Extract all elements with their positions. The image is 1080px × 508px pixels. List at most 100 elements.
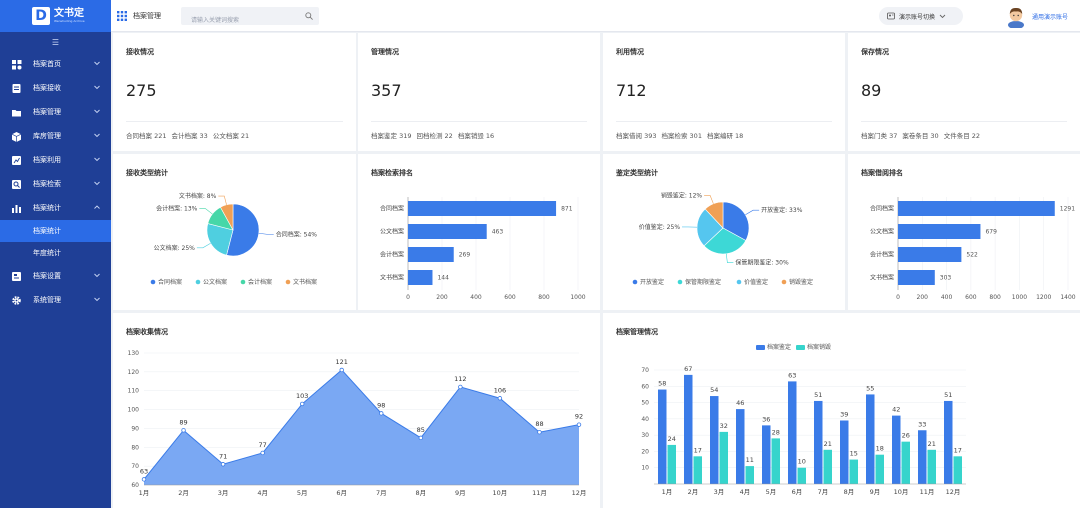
sidebar-item-4[interactable]: 库房管理: [0, 124, 111, 148]
sidebar-item-label: 库房管理: [33, 132, 61, 140]
y-tick-label: 90: [131, 425, 139, 432]
divider: [371, 121, 587, 122]
pie-label-line: [745, 209, 760, 216]
y-tick-label: 80: [131, 444, 139, 451]
sidebar-item-label: 档案设置: [33, 272, 61, 280]
stat-value: 712: [616, 81, 647, 100]
pie-label-line: [258, 232, 274, 235]
stat-title: 接收情况: [126, 48, 154, 56]
value-label: 51: [814, 391, 822, 399]
chevron-down-icon: [94, 109, 100, 114]
x-tick-label: 5月: [297, 489, 308, 497]
sidebar-item-7[interactable]: 档案统计: [0, 196, 111, 220]
logo[interactable]: D 文书定 Wenshuding Archive: [0, 0, 111, 32]
bar: [953, 456, 962, 484]
value-label: 89: [179, 418, 187, 426]
borrow-ranking-bar-chart: 0 200 400 600 800 1000 1200 1400 合同档案 1291 公文档案 679…: [870, 197, 1076, 301]
account-switch-button[interactable]: 演示账号切换: [879, 7, 963, 25]
y-tick-label: 70: [641, 367, 649, 374]
bar: [684, 374, 693, 484]
avatar[interactable]: [1004, 4, 1028, 28]
appraisal-type-pie-chart: 开放鉴定: 33% 保管期限鉴定: 30% 价值鉴定: 25% 销毁鉴定: 12% 开放…: [632, 191, 813, 286]
appraisal-type-card: 鉴定类型统计 开放鉴定: 33% 保管期限鉴定: 30% 价值鉴定: 25% 销毁鉴定…: [603, 154, 845, 310]
warehouse-icon: [11, 131, 22, 142]
chevron-down-icon: [939, 14, 946, 18]
pie-label-line: [196, 242, 211, 249]
sidebar-item-6[interactable]: 档案检索: [0, 172, 111, 196]
x-tick-label: 400: [941, 294, 953, 301]
x-tick-label: 12月: [946, 488, 961, 496]
search-ranking-bar-chart: 0 200 400 600 800 1000 合同档案 871 公文档案 463 会计档案 269 文书…: [380, 197, 586, 301]
value-label: 98: [377, 401, 385, 409]
bar: [719, 431, 728, 484]
value-label: 32: [720, 422, 728, 430]
bar: [658, 389, 667, 484]
x-tick-label: 1月: [662, 488, 673, 496]
stat-detail-item: 合同档案 221: [126, 132, 167, 140]
y-tick-label: 40: [641, 416, 649, 423]
stat-card: 保存情况 89 档案门类 37 案卷条目 30 文件条目 22: [848, 33, 1080, 151]
stat-value: 275: [126, 81, 157, 100]
sidebar-item-label: 档案利用: [33, 156, 61, 164]
category-label: 会计档案: [870, 251, 894, 259]
bar: [918, 430, 927, 484]
sidebar-item-5[interactable]: 档案利用: [0, 148, 111, 172]
legend-marker: [150, 279, 156, 285]
gear-icon: [12, 295, 21, 305]
bar: [927, 449, 936, 484]
legend-label: 档案鉴定: [767, 343, 791, 351]
stat-details: 档案门类 37 案卷条目 30 文件条目 22: [861, 130, 985, 140]
value-label: 63: [788, 371, 796, 379]
category-label: 公文档案: [380, 228, 404, 236]
value-label: 33: [918, 420, 926, 428]
bar: [788, 381, 797, 484]
sidebar-item-9[interactable]: 系统管理: [0, 288, 111, 312]
divider: [861, 121, 1067, 122]
value-label: 55: [866, 384, 874, 392]
y-tick-label: 100: [128, 407, 140, 414]
value-label: 58: [658, 380, 666, 388]
value-label: 54: [710, 386, 718, 394]
sidebar-item-8[interactable]: 档案设置: [0, 264, 111, 288]
switch-label: 演示账号切换: [899, 13, 936, 21]
category-label: 文书档案: [380, 274, 404, 282]
apps-grid-icon[interactable]: [117, 11, 127, 21]
search-icon[interactable]: [305, 12, 313, 20]
sidebar-item-label: 档案检索: [33, 180, 61, 188]
stat-title: 保存情况: [861, 48, 889, 56]
value-label: 144: [437, 275, 449, 282]
x-tick-label: 200: [917, 294, 929, 301]
bar: [745, 466, 754, 484]
value-label: 36: [762, 415, 770, 423]
bar: [762, 425, 771, 484]
value-label: 24: [668, 435, 676, 443]
value-label: 18: [876, 445, 884, 453]
value-label: 679: [985, 229, 997, 236]
search-ranking-card: 档案检索排名 0 200 400 600 800 1000 合同档案 871 公文档案 463 会计…: [358, 154, 600, 310]
x-tick-label: 7月: [376, 489, 387, 497]
stat-value: 357: [371, 81, 402, 100]
value-label: 21: [824, 440, 832, 448]
sidebar-subitem-1[interactable]: 档案统计: [0, 220, 111, 242]
legend-label: 销毁鉴定: [789, 278, 813, 286]
bar: [898, 270, 935, 285]
stat-detail-item: 档案借阅 393: [616, 132, 657, 140]
sidebar-item-1[interactable]: 档案首页: [0, 52, 111, 76]
category-label: 公文档案: [870, 228, 894, 236]
sidebar-subitem-2[interactable]: 年度统计: [0, 242, 111, 264]
bar: [849, 459, 858, 484]
sidebar-item-3[interactable]: 档案管理: [0, 100, 111, 124]
pie-label-line: [218, 195, 227, 205]
collapse-menu-icon[interactable]: ☰: [0, 32, 111, 52]
x-tick-label: 7月: [818, 488, 829, 496]
sidebar-item-2[interactable]: 档案接收: [0, 76, 111, 100]
pie-slice-label: 公文档案: 25%: [154, 244, 196, 252]
bar: [840, 420, 849, 484]
bar: [667, 444, 676, 484]
logo-mark: D: [32, 7, 50, 25]
user-name[interactable]: 通用演示账号: [1032, 12, 1068, 21]
search-input[interactable]: [181, 11, 296, 30]
stat-detail-item: 档案销毁 16: [457, 132, 495, 140]
bar: [944, 400, 953, 484]
management-grouped-bar-chart: 10 20 30 40 50 60 70 58 24 1月 67 17 2月 54 32 3月 46 11 4月 36…: [641, 343, 966, 496]
